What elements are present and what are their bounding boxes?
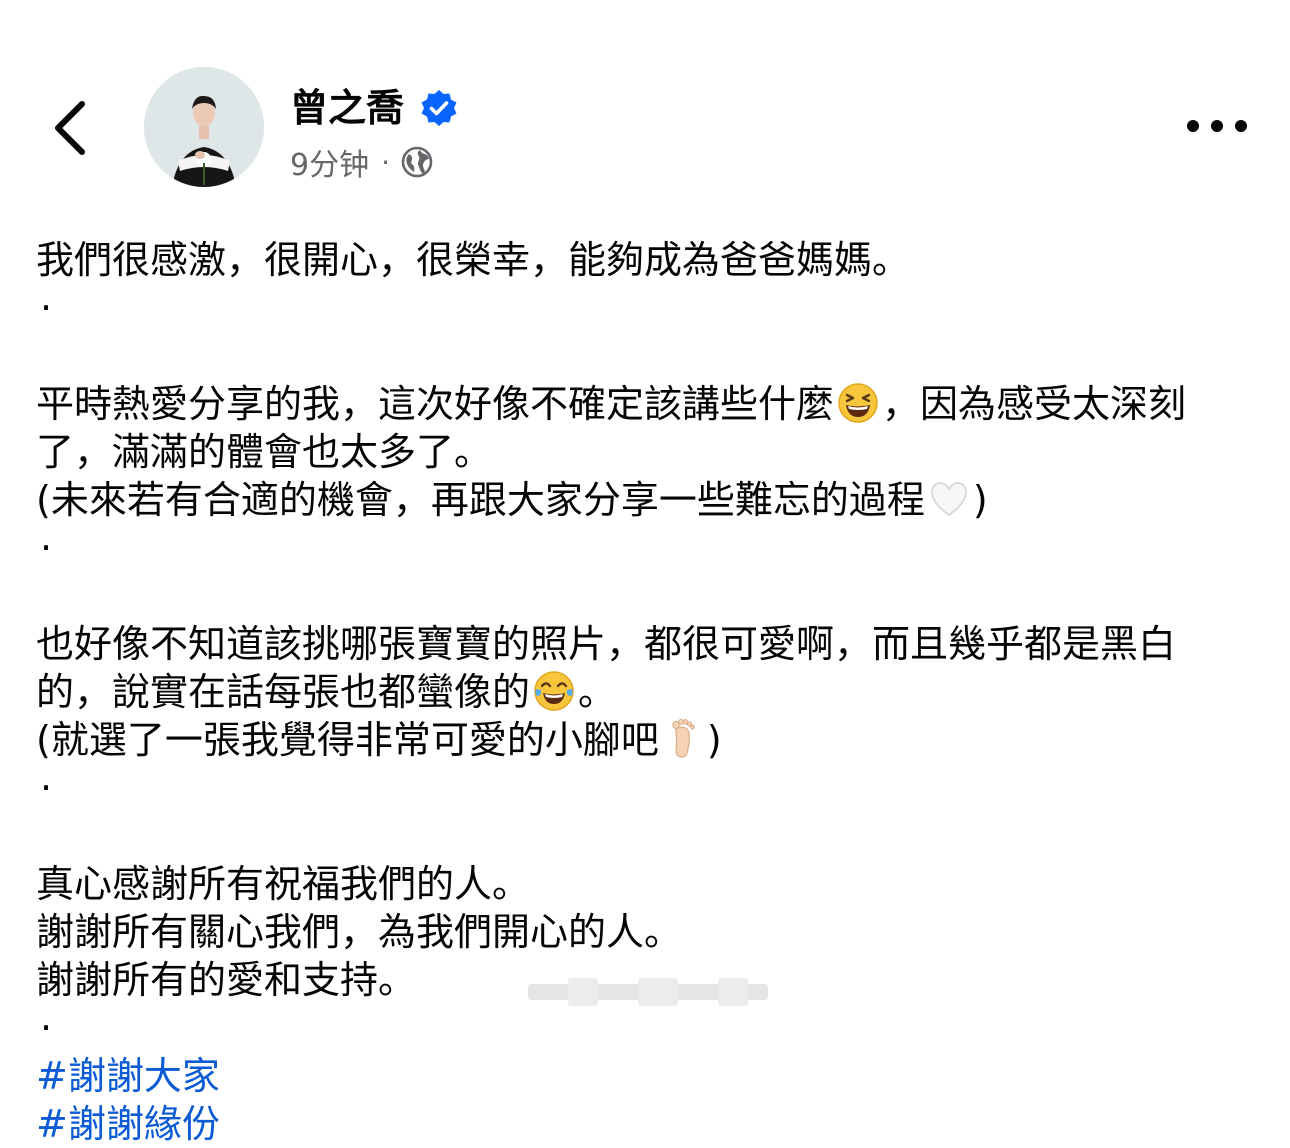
post-header: 曾之喬 9分钟 · — [0, 0, 1290, 200]
post-line: 的，說實在話每張也都蠻像的 。 — [36, 668, 1266, 716]
post-text: ，因為感受太深刻 — [882, 382, 1187, 426]
meta-separator: · — [381, 145, 390, 179]
laughing-emoji — [836, 381, 880, 425]
post-text: 的，說實在話每張也都蠻像的 — [36, 670, 531, 714]
post-line: 平時熱愛分享的我，這次好像不確定該講些什麼 ，因為感受太深刻 — [36, 380, 1266, 428]
post-line: (未來若有合適的機會，再跟大家分享一些難忘的過程) — [36, 476, 1266, 524]
post-meta: 9分钟 · — [290, 140, 434, 184]
post-text: (未來若有合適的機會，再跟大家分享一些難忘的過程 — [36, 478, 925, 522]
avatar-image — [144, 67, 264, 187]
chevron-left-icon[interactable] — [40, 88, 100, 168]
post-line: (就選了一張我覺得非常可愛的小腳吧) — [36, 716, 1266, 764]
post-separator: · — [40, 766, 53, 810]
post-text: 。 — [578, 670, 617, 714]
post-text: ) — [706, 718, 722, 762]
foot-emoji — [661, 717, 705, 761]
hashtag-link[interactable]: #謝謝緣份 — [36, 1100, 1266, 1148]
post-line: 謝謝所有關心我們，為我們開心的人。 — [36, 910, 683, 954]
post-body: 我們很感激，很開心，很榮幸，能夠成為爸爸媽媽。 · 平時熱愛分享的我，這次好像不… — [36, 236, 1266, 1148]
post-text: ) — [972, 478, 988, 522]
watermark — [528, 978, 768, 1006]
post-line: 真心感謝所有祝福我們的人。 — [36, 862, 531, 906]
avatar[interactable] — [144, 67, 264, 187]
post-separator: · — [40, 1006, 53, 1050]
author-name[interactable]: 曾之喬 — [290, 84, 404, 132]
more-options-icon[interactable] — [1184, 108, 1250, 144]
hashtag-link[interactable]: #謝謝大家 — [36, 1052, 1266, 1100]
post-separator: · — [40, 526, 53, 570]
post-text: (就選了一張我覺得非常可愛的小腳吧 — [36, 718, 659, 762]
post-line: 也好像不知道該挑哪張寶寶的照片，都很可愛啊，而且幾乎都是黑白 — [36, 622, 1177, 666]
post-separator: · — [40, 286, 53, 330]
verified-badge-icon — [421, 90, 457, 126]
post-text: 平時熱愛分享的我，這次好像不確定該講些什麼 — [36, 382, 835, 426]
white-heart-emoji — [927, 477, 971, 521]
post-line: 我們很感激，很開心，很榮幸，能夠成為爸爸媽媽。 — [36, 238, 911, 282]
globe-icon — [401, 146, 433, 178]
post-line: 了，滿滿的體會也太多了。 — [36, 430, 493, 474]
tears-of-joy-emoji — [532, 669, 576, 713]
post-timestamp[interactable]: 9分钟 — [290, 140, 369, 184]
